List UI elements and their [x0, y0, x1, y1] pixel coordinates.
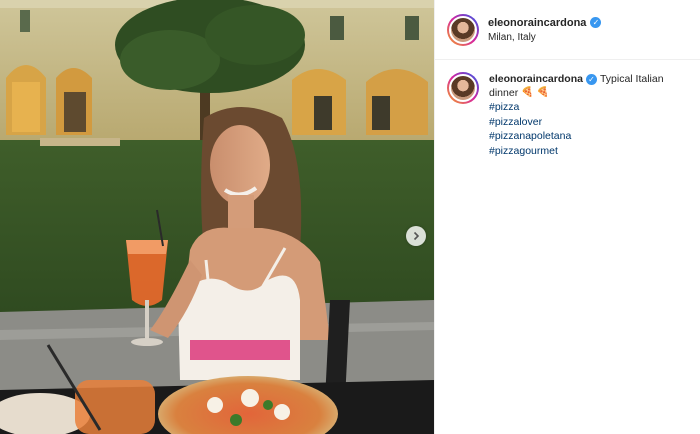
pizza-emoji-icon: 🍕 [536, 87, 550, 98]
post-header: eleonoraincardona ✓ Milan, Italy [435, 0, 700, 60]
post-media[interactable] [0, 0, 434, 434]
avatar-image [449, 15, 477, 44]
caption-first-line: eleonoraincardona ✓ Typical Italian [489, 72, 688, 86]
verified-badge-icon: ✓ [590, 17, 602, 28]
verified-badge-icon: ✓ [585, 73, 597, 85]
next-media-button[interactable] [406, 226, 426, 246]
post-photo [0, 0, 434, 434]
username-link[interactable]: eleonoraincardona [488, 17, 586, 29]
hashtag-link[interactable]: #pizza [489, 100, 688, 115]
caption-second-line: dinner 🍕 🍕 [489, 86, 688, 100]
pizza-emoji-icon: 🍕 [521, 87, 534, 98]
chevron-right-icon [413, 231, 420, 241]
location-link[interactable]: Milan, Italy [488, 32, 601, 43]
caption-body: eleonoraincardona ✓ Typical Italian dinn… [489, 72, 688, 158]
hashtag-link[interactable]: #pizzalover [489, 115, 688, 130]
caption-username-link[interactable]: eleonoraincardona [489, 72, 583, 86]
caption: eleonoraincardona ✓ Typical Italian dinn… [435, 60, 700, 158]
post-side-panel: eleonoraincardona ✓ Milan, Italy eleonor… [434, 0, 700, 434]
hashtag-link[interactable]: #pizzanapoletana [489, 129, 688, 144]
avatar-image [449, 74, 477, 102]
caption-text-cont: dinner [489, 87, 519, 99]
hashtag-link[interactable]: #pizzagourmet [489, 144, 688, 159]
avatar[interactable] [447, 13, 479, 46]
instagram-post: eleonoraincardona ✓ Milan, Italy eleonor… [0, 0, 700, 434]
username-row: eleonoraincardona ✓ [488, 17, 602, 29]
caption-avatar[interactable] [447, 72, 479, 104]
caption-text: Typical Italian [599, 73, 664, 85]
header-text: eleonoraincardona ✓ Milan, Italy [488, 17, 602, 43]
